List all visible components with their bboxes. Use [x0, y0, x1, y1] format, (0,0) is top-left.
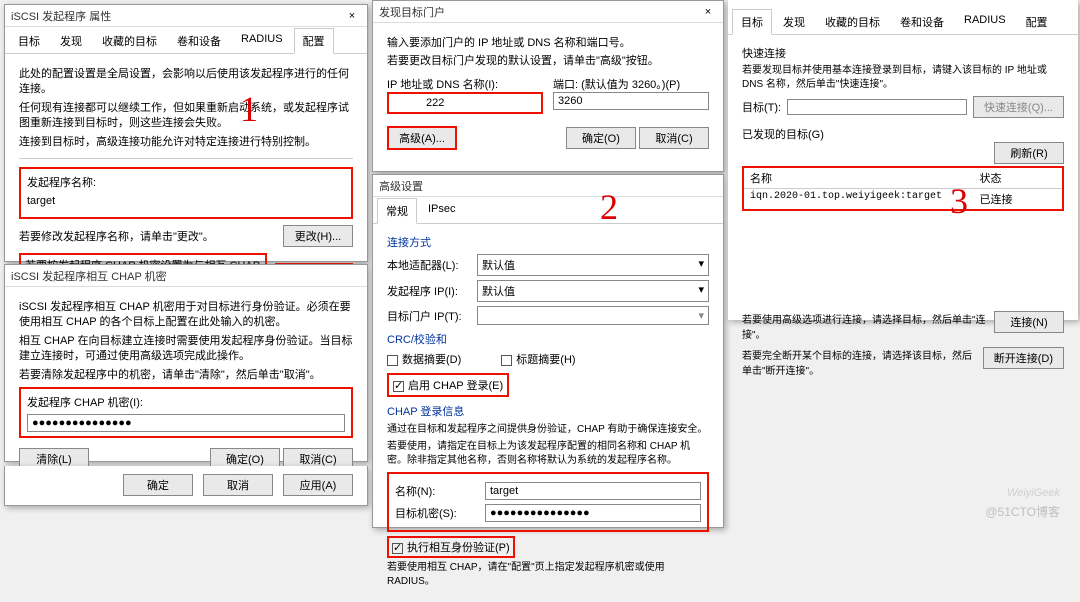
table-row[interactable]: iqn.2020-01.top.weiyigeek:target 已连接 — [744, 189, 1062, 209]
col-status: 状态 — [980, 170, 1057, 186]
target-portal-ip-label: 目标门户 IP(T): — [387, 308, 477, 324]
cancel-button[interactable]: 取消(C) — [639, 127, 709, 149]
tab-config[interactable]: 配置 — [294, 28, 334, 54]
connect-button[interactable]: 连接(N) — [994, 311, 1064, 333]
titlebar: 发现目标门户 × — [373, 1, 723, 23]
disconnect-button[interactable]: 断开连接(D) — [983, 347, 1064, 369]
watermark: WeiyiGeek @51CTO博客 — [985, 475, 1060, 520]
row-status: 已连接 — [980, 191, 1057, 207]
modify-hint: 若要修改发起程序名称，请单击"更改"。 — [19, 228, 214, 244]
row-name: iqn.2020-01.top.weiyigeek:target — [750, 191, 980, 207]
window-title: 发现目标门户 — [379, 4, 445, 20]
tab-favorite[interactable]: 收藏的目标 — [93, 28, 166, 54]
titlebar: iSCSI 发起程序 属性 × — [5, 5, 367, 27]
mutual-note: 若要使用相互 CHAP，请在"配置"页上指定发起程序机密或使用 RADIUS。 — [387, 561, 709, 589]
discovered-label: 已发现的目标(G) — [742, 126, 1064, 142]
ip-label: IP 地址或 DNS 名称(I): — [387, 76, 543, 92]
chap-secret-window: iSCSI 发起程序相互 CHAP 机密 iSCSI 发起程序相互 CHAP 机… — [4, 264, 368, 462]
enable-chap-checkbox[interactable]: 启用 CHAP 登录(E) — [393, 380, 503, 392]
tab-volume[interactable]: 卷和设备 — [891, 9, 953, 35]
local-adapter-select[interactable]: 默认值▾ — [477, 254, 709, 276]
chap-name-label: 名称(N): — [395, 483, 485, 499]
iscsi-properties-window: iSCSI 发起程序 属性 × 目标 发现 收藏的目标 卷和设备 RADIUS … — [4, 4, 368, 262]
config-desc3: 连接到目标时，高级连接功能允许对特定连接进行特别控制。 — [19, 135, 353, 150]
chap-desc2: 相互 CHAP 在向目标建立连接时需要使用发起程序身份验证。当目标建立连接时，可… — [19, 334, 353, 365]
initiator-ip-label: 发起程序 IP(I): — [387, 283, 477, 299]
discover-portal-window: 发现目标门户 × 输入要添加门户的 IP 地址或 DNS 名称和端口号。 若要更… — [372, 0, 724, 172]
connect-group: 连接方式 — [387, 234, 709, 250]
initiator-name-label: 发起程序名称: — [27, 176, 345, 191]
ip-input[interactable]: 222 — [390, 95, 540, 111]
tab-config[interactable]: 配置 — [1017, 9, 1057, 35]
chap-info1: 通过在目标和发起程序之间提供身份验证，CHAP 有助于确保连接安全。 — [387, 423, 709, 437]
tab-favorite[interactable]: 收藏的目标 — [816, 9, 889, 35]
port-input[interactable]: 3260 — [553, 92, 709, 110]
col-name: 名称 — [750, 170, 980, 186]
tab-discover[interactable]: 发现 — [51, 28, 91, 54]
tab-ipsec[interactable]: IPsec — [419, 198, 465, 224]
chap-name-input[interactable]: target — [485, 482, 701, 500]
advanced-settings-window: 高级设置 常规 IPsec 连接方式 本地适配器(L):默认值▾ 发起程序 IP… — [372, 174, 724, 528]
initiator-name-value: target — [27, 194, 345, 209]
dialog-footer: 确定 取消 应用(A) — [4, 466, 368, 506]
disc-hint: 若要完全断开某个目标的连接，请选择该目标，然后单击"断开连接"。 — [742, 347, 975, 377]
targets-panel: 目标 发现 收藏的目标 卷和设备 RADIUS 配置 快速连接 若要发现目标并使… — [728, 0, 1078, 320]
chap-secret-label: 目标机密(S): — [395, 505, 485, 521]
quick-connect-button[interactable]: 快速连接(Q)... — [973, 96, 1064, 118]
secret-label: 发起程序 CHAP 机密(I): — [27, 396, 345, 411]
close-icon[interactable]: × — [343, 7, 361, 25]
tab-radius[interactable]: RADIUS — [232, 28, 292, 54]
titlebar: iSCSI 发起程序相互 CHAP 机密 — [5, 265, 367, 287]
config-desc1: 此处的配置设置是全局设置，会影响以后使用该发起程序进行的任何连接。 — [19, 67, 353, 98]
chap-desc1: iSCSI 发起程序相互 CHAP 机密用于对目标进行身份验证。必须在要使用相互… — [19, 300, 353, 331]
target-portal-ip-select[interactable]: ▾ — [477, 306, 709, 325]
initiator-ip-select[interactable]: 默认值▾ — [477, 280, 709, 302]
quick-connect-label: 快速连接 — [742, 45, 1064, 61]
adv-hint: 若要使用高级选项进行连接，请选择目标，然后单击"连接"。 — [742, 311, 986, 341]
portal-desc1: 输入要添加门户的 IP 地址或 DNS 名称和端口号。 — [387, 36, 709, 51]
portal-desc2: 若要更改目标门户发现的默认设置，请单击"高级"按钮。 — [387, 54, 709, 69]
window-title: iSCSI 发起程序 属性 — [11, 8, 111, 24]
chap-info-title: CHAP 登录信息 — [387, 403, 709, 419]
tab-strip: 目标 发现 收藏的目标 卷和设备 RADIUS 配置 — [5, 27, 367, 54]
close-icon[interactable]: × — [699, 3, 717, 21]
secret-input[interactable]: ●●●●●●●●●●●●●●● — [27, 414, 345, 432]
window-title: 高级设置 — [379, 178, 423, 194]
data-digest-checkbox[interactable]: 数据摘要(D) — [387, 351, 461, 367]
local-adapter-label: 本地适配器(L): — [387, 257, 477, 273]
apply-button[interactable]: 应用(A) — [283, 474, 353, 496]
change-button[interactable]: 更改(H)... — [283, 225, 353, 247]
mutual-chap-checkbox[interactable]: 执行相互身份验证(P) — [392, 542, 510, 554]
chap-desc3: 若要清除发起程序中的机密，请单击"清除"，然后单击"取消"。 — [19, 368, 353, 383]
tab-discover[interactable]: 发现 — [774, 9, 814, 35]
ok-button[interactable]: 确定 — [123, 474, 193, 496]
tab-target[interactable]: 目标 — [732, 9, 772, 35]
window-title: iSCSI 发起程序相互 CHAP 机密 — [11, 268, 167, 284]
header-digest-checkbox[interactable]: 标题摘要(H) — [501, 351, 575, 367]
config-desc2: 任何现有连接都可以继续工作，但如果重新启动系统，或发起程序试图重新连接到目标时，… — [19, 101, 353, 132]
chap-info2: 若要使用，请指定在目标上为该发起程序配置的相同名称和 CHAP 机密。除非指定其… — [387, 440, 709, 468]
titlebar: 高级设置 — [373, 175, 723, 197]
ok-button[interactable]: 确定(O) — [566, 127, 636, 149]
chap-secret-input[interactable]: ●●●●●●●●●●●●●●● — [485, 504, 701, 522]
cancel-button[interactable]: 取消 — [203, 474, 273, 496]
port-label: 端口: (默认值为 3260。)(P) — [553, 76, 709, 92]
crc-group: CRC/校验和 — [387, 331, 709, 347]
target-input[interactable] — [787, 99, 967, 115]
tab-target[interactable]: 目标 — [9, 28, 49, 54]
quick-desc: 若要发现目标并使用基本连接登录到目标，请键入该目标的 IP 地址或 DNS 名称… — [742, 64, 1064, 92]
advanced-button[interactable]: 高级(A)... — [387, 126, 457, 150]
tab-general[interactable]: 常规 — [377, 198, 417, 224]
tab-radius[interactable]: RADIUS — [955, 9, 1015, 35]
refresh-button[interactable]: 刷新(R) — [994, 142, 1064, 164]
tab-volume[interactable]: 卷和设备 — [168, 28, 230, 54]
target-label: 目标(T): — [742, 99, 781, 115]
